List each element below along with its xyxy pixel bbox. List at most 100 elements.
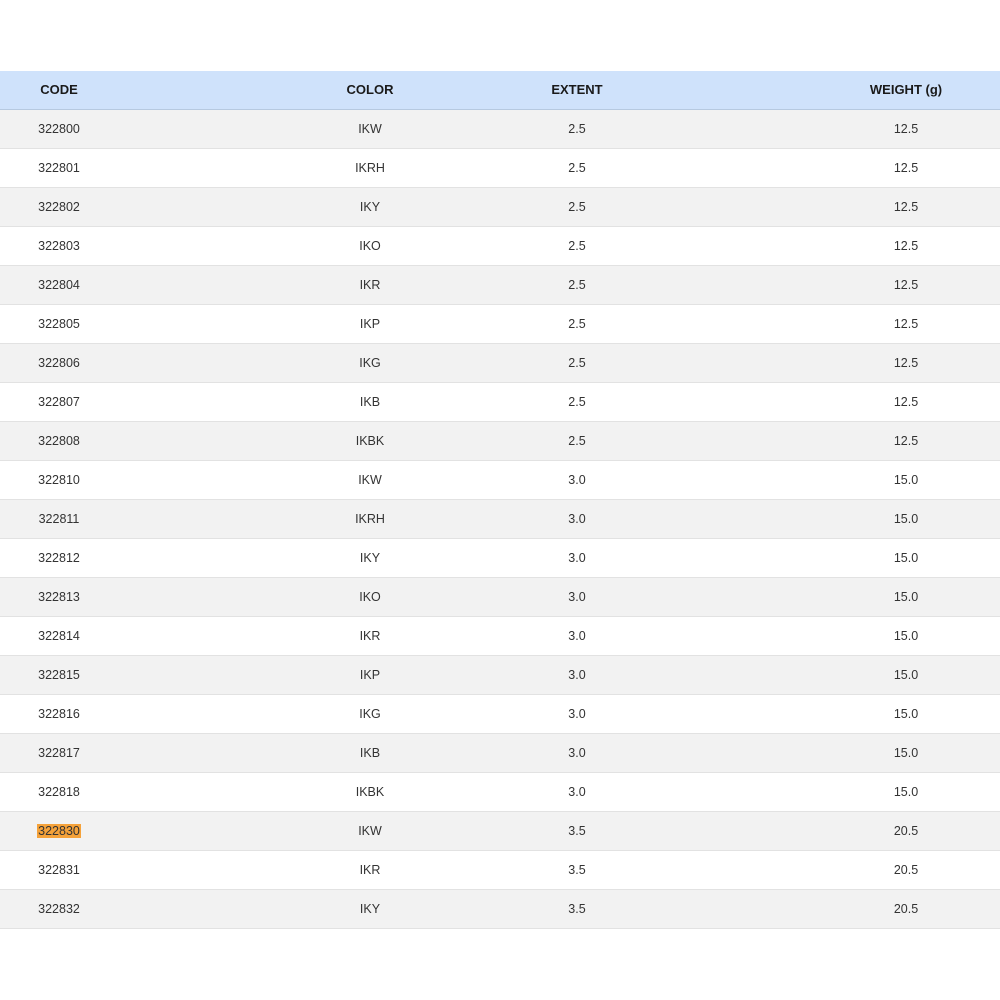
weight-cell: 15.0: [893, 589, 919, 604]
code-cell: 322813: [38, 589, 80, 604]
color-cell: IKO: [359, 589, 381, 604]
table-row: 322817 IKB 3.0 15.0: [0, 733, 1000, 772]
extent-cell: 3.5: [568, 862, 586, 877]
color-cell: IKB: [359, 745, 381, 760]
weight-cell: 12.5: [893, 394, 919, 409]
code-cell: 322803: [38, 238, 80, 253]
extent-cell: 3.0: [568, 628, 586, 643]
color-cell: IKG: [359, 706, 381, 721]
extent-cell: 3.0: [568, 667, 586, 682]
weight-cell: 20.5: [893, 823, 919, 838]
extent-cell: 3.0: [568, 511, 586, 526]
color-cell: IKBK: [355, 784, 385, 799]
table-row: 322830 IKW 3.5 20.5: [0, 811, 1000, 850]
extent-cell: 2.5: [568, 160, 586, 175]
color-cell: IKR: [359, 628, 381, 643]
color-cell: IKRH: [355, 160, 385, 175]
weight-cell: 15.0: [893, 550, 919, 565]
color-cell: IKW: [358, 472, 382, 487]
extent-cell: 2.5: [568, 316, 586, 331]
color-cell: IKY: [359, 199, 381, 214]
weight-cell: 20.5: [893, 901, 919, 916]
table-row: 322816 IKG 3.0 15.0: [0, 694, 1000, 733]
weight-cell: 12.5: [893, 199, 919, 214]
code-cell: 322807: [38, 394, 80, 409]
color-cell: IKRH: [355, 511, 385, 526]
code-cell: 322810: [38, 472, 80, 487]
color-cell: IKP: [359, 667, 381, 682]
product-table: CODE COLOR EXTENT WEIGHT (g) 322800 IKW 2.…: [0, 71, 1000, 929]
table-row: 322807 IKB 2.5 12.5: [0, 382, 1000, 421]
code-cell: 322816: [38, 706, 80, 721]
header-extent: EXTENT: [502, 71, 652, 110]
header-color: COLOR: [118, 71, 502, 110]
table-row: 322818 IKBK 3.0 15.0: [0, 772, 1000, 811]
extent-cell: 2.5: [568, 394, 586, 409]
table-row: 322811 IKRH 3.0 15.0: [0, 499, 1000, 538]
code-cell: 322814: [38, 628, 80, 643]
weight-cell: 12.5: [893, 355, 919, 370]
extent-cell: 3.0: [568, 472, 586, 487]
weight-cell: 15.0: [893, 706, 919, 721]
color-cell: IKW: [358, 823, 382, 838]
table-row: 322808 IKBK 2.5 12.5: [0, 421, 1000, 460]
extent-cell: 2.5: [568, 433, 586, 448]
table-row: 322815 IKP 3.0 15.0: [0, 655, 1000, 694]
table-row: 322800 IKW 2.5 12.5: [0, 109, 1000, 148]
code-cell: 322818: [38, 784, 80, 799]
color-cell: IKR: [359, 862, 381, 877]
extent-cell: 3.0: [568, 784, 586, 799]
extent-cell: 3.0: [568, 589, 586, 604]
weight-cell: 15.0: [893, 628, 919, 643]
table-row: 322802 IKY 2.5 12.5: [0, 187, 1000, 226]
table-row: 322831 IKR 3.5 20.5: [0, 850, 1000, 889]
code-cell: 322832: [38, 901, 80, 916]
header-row: CODE COLOR EXTENT WEIGHT (g): [0, 71, 1000, 110]
color-cell: IKR: [359, 277, 381, 292]
extent-cell: 3.5: [568, 823, 586, 838]
extent-cell: 2.5: [568, 238, 586, 253]
extent-cell: 2.5: [568, 121, 586, 136]
weight-cell: 12.5: [893, 238, 919, 253]
weight-cell: 12.5: [893, 160, 919, 175]
extent-cell: 2.5: [568, 355, 586, 370]
code-cell: 322805: [38, 316, 80, 331]
table-row: 322814 IKR 3.0 15.0: [0, 616, 1000, 655]
color-cell: IKB: [359, 394, 381, 409]
weight-cell: 20.5: [893, 862, 919, 877]
code-cell: 322817: [38, 745, 80, 760]
table-row: 322810 IKW 3.0 15.0: [0, 460, 1000, 499]
weight-cell: 12.5: [893, 316, 919, 331]
table-body: 322800 IKW 2.5 12.5 322801 IKRH 2.5 12.5 322802 I…: [0, 109, 1000, 928]
table-row: 322804 IKR 2.5 12.5: [0, 265, 1000, 304]
weight-cell: 12.5: [893, 277, 919, 292]
weight-cell: 15.0: [893, 745, 919, 760]
code-cell: 322806: [38, 355, 80, 370]
table-row: 322812 IKY 3.0 15.0: [0, 538, 1000, 577]
color-cell: IKG: [359, 355, 381, 370]
table-row: 322805 IKP 2.5 12.5: [0, 304, 1000, 343]
extent-cell: 3.0: [568, 706, 586, 721]
code-cell: 322815: [38, 667, 80, 682]
code-cell: 322811: [38, 511, 80, 526]
extent-cell: 3.5: [568, 901, 586, 916]
header-code: CODE: [0, 71, 118, 110]
extent-cell: 3.0: [568, 745, 586, 760]
color-cell: IKY: [359, 901, 381, 916]
weight-cell: 15.0: [893, 667, 919, 682]
table-row: 322813 IKO 3.0 15.0: [0, 577, 1000, 616]
color-cell: IKW: [358, 121, 382, 136]
highlighted-code: 322830: [37, 823, 81, 838]
page: CODE COLOR EXTENT WEIGHT (g) 322800 IKW 2.…: [0, 0, 1000, 1000]
code-cell: 322808: [38, 433, 80, 448]
weight-cell: 12.5: [893, 433, 919, 448]
weight-cell: 15.0: [893, 784, 919, 799]
code-cell: 322801: [38, 160, 80, 175]
color-cell: IKBK: [355, 433, 385, 448]
weight-cell: 12.5: [893, 121, 919, 136]
header-weight: WEIGHT (g): [652, 71, 1000, 110]
table-header: CODE COLOR EXTENT WEIGHT (g): [0, 71, 1000, 110]
color-cell: IKP: [359, 316, 381, 331]
code-cell: 322800: [38, 121, 80, 136]
code-cell: 322804: [38, 277, 80, 292]
